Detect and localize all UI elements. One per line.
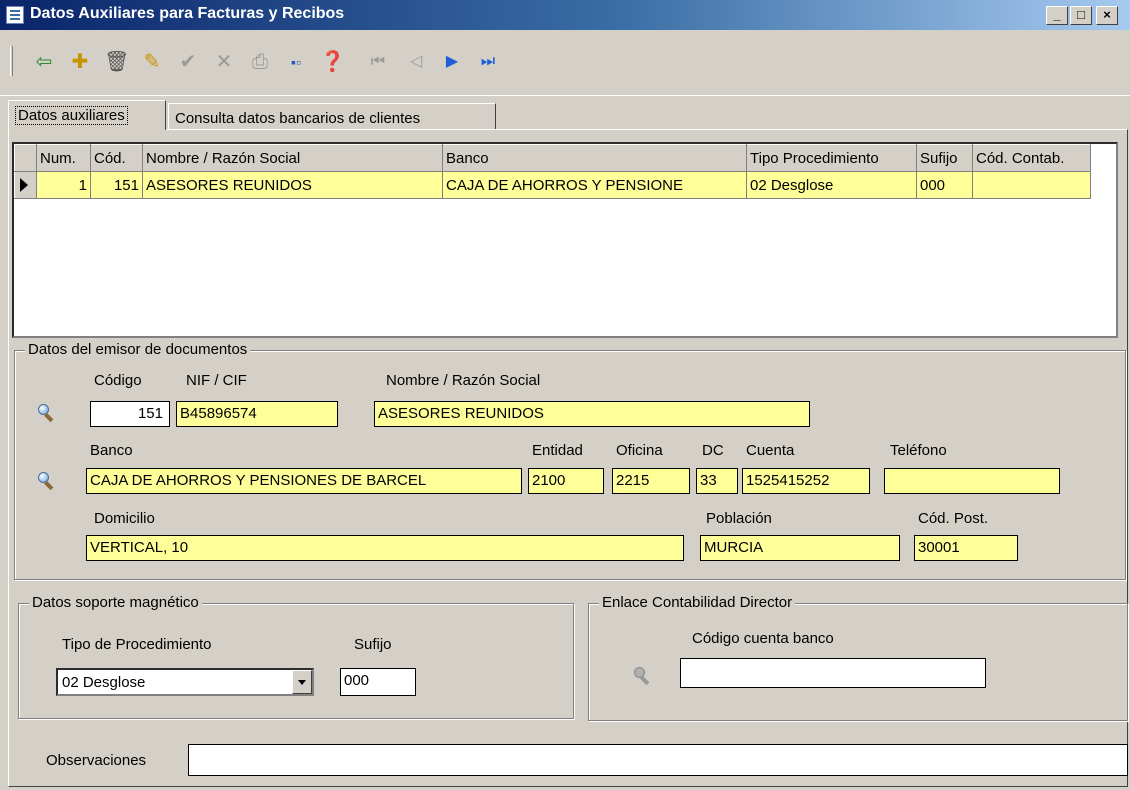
domicilio-field[interactable]: VERTICAL, 10 xyxy=(86,535,684,561)
search-cuenta-icon[interactable] xyxy=(632,665,654,687)
search-emisor-icon[interactable] xyxy=(36,402,58,424)
maximize-button[interactable]: □ xyxy=(1070,6,1092,25)
codigo-cuenta-banco-field[interactable] xyxy=(680,658,986,688)
grid-header-cod[interactable]: Cód. xyxy=(90,144,143,172)
codigo-field[interactable]: 151 xyxy=(90,401,170,427)
chevron-down-icon[interactable] xyxy=(292,670,312,694)
soporte-legend: Datos soporte magnético xyxy=(29,594,202,611)
window-title: Datos Auxiliares para Facturas y Recibos xyxy=(30,5,345,22)
poblacion-label: Población xyxy=(706,510,772,527)
cancel-icon[interactable]: ✕ xyxy=(212,50,236,74)
cell-nombre[interactable]: ASESORES REUNIDOS xyxy=(142,171,443,199)
cell-contab[interactable] xyxy=(972,171,1091,199)
nif-field[interactable]: B45896574 xyxy=(176,401,338,427)
cell-cod[interactable]: 151 xyxy=(90,171,143,199)
cell-num[interactable]: 1 xyxy=(36,171,91,199)
new-record-icon[interactable]: ✚ xyxy=(68,50,92,74)
records-table: Num. Cód. Nombre / Razón Social Banco Ti… xyxy=(14,144,1091,199)
banco-label: Banco xyxy=(90,442,133,459)
grid-header-sufijo[interactable]: Sufijo xyxy=(916,144,973,172)
domicilio-label: Domicilio xyxy=(94,510,155,527)
cell-banco[interactable]: CAJA DE AHORROS Y PENSIONE xyxy=(442,171,747,199)
observaciones-field[interactable] xyxy=(188,744,1128,776)
oficina-label: Oficina xyxy=(616,442,663,459)
grid-header-tipo[interactable]: Tipo Procedimiento xyxy=(746,144,917,172)
next-record-icon[interactable]: ▶ xyxy=(440,50,464,74)
minimize-button[interactable]: _ xyxy=(1046,6,1068,25)
cell-sufijo[interactable]: 000 xyxy=(916,171,973,199)
current-row-arrow-icon xyxy=(20,178,28,192)
accept-icon[interactable]: ✔ xyxy=(176,50,200,74)
observaciones-label: Observaciones xyxy=(46,752,147,769)
title-bar: Datos Auxiliares para Facturas y Recibos… xyxy=(0,0,1130,30)
cuenta-field[interactable]: 1525415252 xyxy=(742,468,870,494)
search-banco-icon[interactable] xyxy=(36,470,58,492)
tipo-procedimiento-value: 02 Desglose xyxy=(62,674,146,691)
first-record-icon[interactable]: ⏮ xyxy=(366,50,390,74)
sufijo-field[interactable]: 000 xyxy=(340,668,416,696)
app-icon xyxy=(6,6,24,24)
toolbar-grip xyxy=(10,46,13,76)
close-button[interactable]: × xyxy=(1096,6,1118,25)
telefono-label: Teléfono xyxy=(890,442,947,459)
delete-icon[interactable]: 🗑 xyxy=(104,50,129,74)
cp-label: Cód. Post. xyxy=(918,510,989,527)
grid-header-contab[interactable]: Cód. Contab. xyxy=(972,144,1091,172)
toolbar: ⇦ ✚ 🗑 ✎ ✔ ✕ ⎙ ▪▫ ❓ ⏮ ◁ ▶ ⏭ xyxy=(0,34,1130,96)
grid-header-banco[interactable]: Banco xyxy=(442,144,747,172)
dc-field[interactable]: 33 xyxy=(696,468,738,494)
grid-header-num[interactable]: Num. xyxy=(36,144,91,172)
banco-field[interactable]: CAJA DE AHORROS Y PENSIONES DE BARCEL xyxy=(86,468,522,494)
oficina-field[interactable]: 2215 xyxy=(612,468,690,494)
view-icon[interactable]: ▪▫ xyxy=(284,50,308,74)
nombre-label: Nombre / Razón Social xyxy=(386,372,541,389)
records-grid[interactable]: Num. Cód. Nombre / Razón Social Banco Ti… xyxy=(12,142,1118,338)
cuenta-label: Cuenta xyxy=(746,442,795,459)
codigo-cuenta-banco-label: Código cuenta banco xyxy=(692,630,834,647)
row-indicator xyxy=(14,171,37,199)
last-record-icon[interactable]: ⏭ xyxy=(476,50,500,74)
help-icon[interactable]: ❓ xyxy=(320,50,345,74)
nif-label: NIF / CIF xyxy=(186,372,247,389)
grid-header-indicator xyxy=(14,144,37,172)
table-row[interactable]: 1 151 ASESORES REUNIDOS CAJA DE AHORROS … xyxy=(14,171,1091,199)
dc-label: DC xyxy=(702,442,724,459)
poblacion-field[interactable]: MURCIA xyxy=(700,535,900,561)
nombre-field[interactable]: ASESORES REUNIDOS xyxy=(374,401,810,427)
grid-header-row: Num. Cód. Nombre / Razón Social Banco Ti… xyxy=(14,144,1091,172)
codigo-label: Código xyxy=(94,372,142,389)
tipo-procedimiento-select[interactable]: 02 Desglose xyxy=(56,668,314,696)
telefono-field[interactable] xyxy=(884,468,1060,494)
tab-consulta-datos-bancarios[interactable]: Consulta datos bancarios de clientes xyxy=(168,103,496,130)
prev-record-icon[interactable]: ◁ xyxy=(404,50,428,74)
entidad-field[interactable]: 2100 xyxy=(528,468,604,494)
tipo-procedimiento-label: Tipo de Procedimiento xyxy=(62,636,212,653)
cp-field[interactable]: 30001 xyxy=(914,535,1018,561)
sufijo-label: Sufijo xyxy=(354,636,392,653)
exit-icon[interactable]: ⇦ xyxy=(32,50,56,74)
tab-datos-auxiliares[interactable]: Datos auxiliares xyxy=(8,100,166,130)
edit-icon[interactable]: ✎ xyxy=(140,50,164,74)
entidad-label: Entidad xyxy=(532,442,583,459)
soporte-group: Datos soporte magnético xyxy=(18,594,574,719)
cell-tipo[interactable]: 02 Desglose xyxy=(746,171,917,199)
enlace-legend: Enlace Contabilidad Director xyxy=(599,594,796,611)
emisor-legend: Datos del emisor de documentos xyxy=(25,341,251,358)
grid-header-nombre[interactable]: Nombre / Razón Social xyxy=(142,144,443,172)
print-icon[interactable]: ⎙ xyxy=(248,50,272,74)
